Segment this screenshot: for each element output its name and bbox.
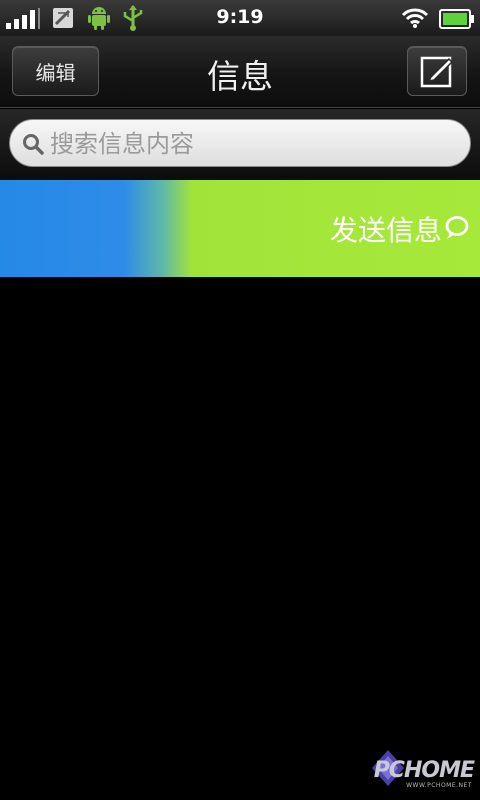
send-message-swipe-row[interactable]: 发送信息 [0, 180, 480, 277]
title-bar: 编辑 信息 [0, 36, 480, 108]
watermark-subtext: WWW.PCHOME.NET [406, 782, 472, 789]
message-list [0, 277, 480, 800]
compose-icon [420, 56, 454, 88]
pchome-watermark: PCHOME WWW.PCHOME.NET [366, 744, 476, 794]
send-message-label: 发送信息 [329, 214, 442, 247]
status-bar: 9:19 [0, 0, 480, 36]
battery-icon [439, 9, 474, 29]
speech-bubble-icon [445, 216, 469, 239]
search-field[interactable] [9, 119, 471, 167]
wifi-icon [401, 8, 429, 28]
search-input[interactable] [50, 124, 450, 164]
search-bar [0, 109, 480, 180]
watermark-text: PCHOME [373, 758, 475, 783]
search-icon [23, 134, 44, 155]
edit-button[interactable]: 编辑 [12, 46, 99, 96]
compose-button[interactable] [407, 46, 467, 96]
